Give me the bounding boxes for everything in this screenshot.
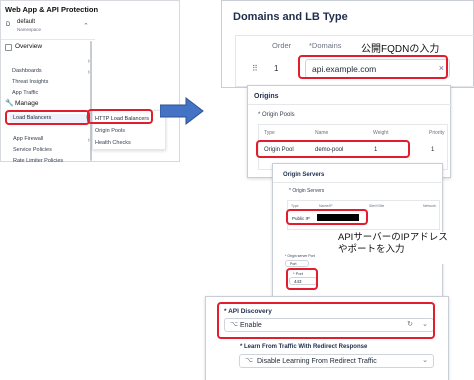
column-header-order: Order — [272, 41, 292, 50]
fqdn-annotation: 公開FQDNの入力 — [361, 44, 440, 55]
highlight-api-discovery — [217, 302, 435, 339]
column-header-type: Type — [291, 204, 299, 208]
namespace-avatar: D — [6, 22, 11, 28]
column-header-name-ip: Name/IP — [319, 204, 333, 208]
origins-divider — [248, 104, 452, 105]
port-type-select[interactable]: Port — [285, 260, 309, 267]
highlight-port — [286, 268, 318, 290]
row-order: 1 — [274, 64, 279, 73]
sidebar-item-threat-insights[interactable]: Threat Insights › — [12, 69, 90, 85]
manage-label: Manage — [15, 100, 39, 107]
highlight-domain-input — [298, 55, 448, 79]
highlight-origin-pool-row — [256, 140, 410, 158]
origin-pools-label: * Origin Pools — [258, 112, 295, 118]
app-title: Web App & API Protection — [5, 5, 99, 14]
drag-handle-icon[interactable]: ⠿ — [252, 64, 258, 73]
namespace-name: default — [17, 19, 36, 25]
column-header-site: Site/VSite — [369, 204, 385, 208]
flyout-item-health-checks[interactable]: Health Checks — [95, 140, 131, 146]
wrench-icon: 🔧 — [5, 100, 14, 107]
sidebar-item-label: Rate Limiter Policies — [13, 158, 64, 164]
arrow-right-icon — [160, 97, 204, 125]
toggle-icon: ⌥ — [245, 357, 254, 364]
flyout-item-origin-pools[interactable]: Origin Pools — [95, 128, 125, 134]
column-header-priority: Priority — [429, 130, 445, 136]
origin-servers-divider — [273, 182, 444, 183]
annotation-line-2: やポートを入力 — [338, 244, 405, 255]
sidebar-item-dashboards[interactable]: Dashboards › — [12, 58, 90, 74]
column-header-weight: Weight — [373, 130, 389, 136]
annotation-line-1: APIサーバーのIPアドレス — [338, 232, 448, 243]
origin-servers-title: Origin Servers — [283, 172, 325, 178]
learn-from-traffic-label: * Learn From Traffic With Redirect Respo… — [240, 344, 368, 350]
api-server-annotation: APIサーバーのIPアドレス やポートを入力 — [336, 232, 448, 264]
chevron-down-icon[interactable]: ⌄ — [422, 356, 428, 364]
namespace-label: Namespace — [17, 27, 42, 32]
highlight-load-balancers — [5, 110, 90, 125]
column-header-domains: *Domains — [309, 41, 342, 50]
learn-from-traffic-select[interactable]: ⌥ Disable Learning From Redirect Traffic… — [239, 354, 434, 368]
section-title: Domains and LB Type — [233, 11, 348, 23]
origins-title: Origins — [254, 93, 279, 100]
overview-label: Overview — [15, 43, 43, 50]
overview-icon — [5, 44, 12, 51]
sidebar-item-rate-limiter-policies[interactable]: Rate Limiter Policies — [13, 149, 90, 164]
port-section-label: * Origin server Port — [285, 254, 315, 258]
origin-servers-label: * Origin Servers — [289, 188, 325, 194]
namespace-selector[interactable]: D default Namespace ⌃ — [3, 16, 95, 38]
highlight-http-load-balancers — [87, 109, 153, 124]
highlight-public-ip — [286, 209, 368, 225]
column-header-name: Name — [315, 130, 329, 136]
port-type-value: Port — [290, 262, 297, 266]
sidebar-panel: Web App & API Protection D default Names… — [0, 0, 180, 164]
namespace-chevron-icon: ⌃ — [83, 23, 89, 30]
sidebar-item-service-policies[interactable]: Service Policies › — [13, 137, 90, 153]
learn-from-traffic-value: Disable Learning From Redirect Traffic — [257, 358, 377, 365]
row-priority: 1 — [431, 147, 435, 153]
sidebar-item-app-traffic[interactable]: App Traffic — [12, 81, 90, 96]
column-header-type: Type — [264, 130, 275, 136]
divider — [1, 39, 95, 40]
sidebar-item-label: App Traffic — [12, 90, 39, 96]
column-header-network: Network — [423, 204, 436, 208]
sidebar-item-app-firewall[interactable]: App Firewall — [13, 127, 90, 142]
